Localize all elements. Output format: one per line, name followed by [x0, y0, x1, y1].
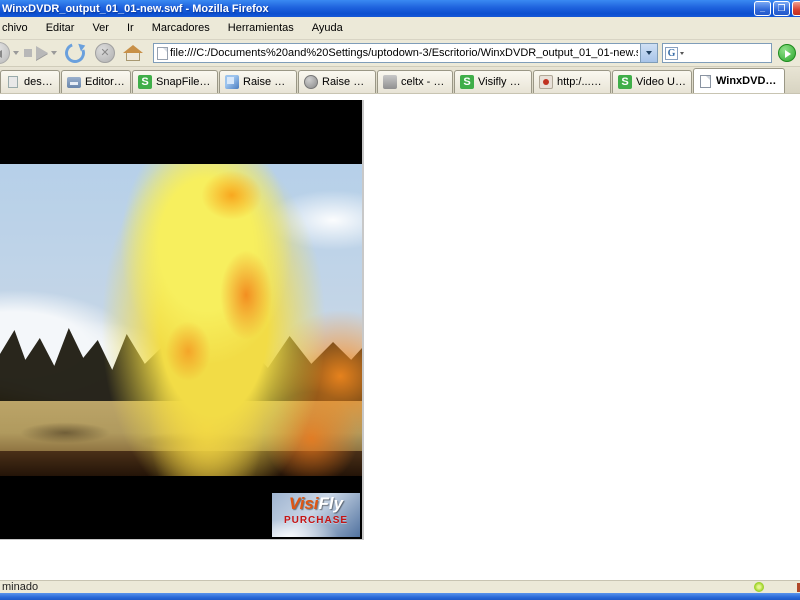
snapfiles-green-s-icon	[618, 75, 632, 89]
stop-button[interactable]: ✕	[90, 41, 120, 65]
url-history-dropdown[interactable]	[640, 44, 657, 62]
browser-content: VisiFly PURCHASE	[0, 94, 800, 580]
red-dot-icon	[539, 75, 553, 89]
tab-label: celtx - Over...	[401, 76, 447, 88]
reload-button[interactable]	[60, 39, 90, 67]
search-box[interactable]: G	[662, 43, 772, 63]
minimize-button[interactable]: _	[754, 1, 771, 16]
window-title: WinxDVDR_output_01_01-new.swf - Mozilla …	[2, 2, 269, 15]
forward-arrow-icon	[36, 46, 48, 60]
visifly-logo: VisiFly	[272, 493, 360, 515]
visifly-logo-fly: Fly	[318, 494, 344, 513]
go-button[interactable]	[778, 44, 796, 62]
visifly-watermark[interactable]: VisiFly PURCHASE	[272, 493, 360, 537]
menu-herramientas[interactable]: Herramientas	[219, 19, 303, 37]
google-search-icon[interactable]: G	[665, 46, 678, 60]
forward-button[interactable]	[22, 41, 48, 65]
tab-label: Editores	[85, 76, 125, 88]
forward-icon	[24, 49, 32, 57]
snapfiles-green-s-icon	[138, 75, 152, 89]
tab-label: Raise My Ri...	[322, 76, 370, 88]
search-engine-dropdown-icon[interactable]	[680, 51, 684, 55]
tab-winxdvdr-active[interactable]: WinxDVDR...	[693, 68, 785, 93]
forward-dropdown-icon[interactable]	[51, 51, 57, 55]
menu-ver[interactable]: Ver	[83, 19, 118, 37]
tab-celtx[interactable]: celtx - Over...	[377, 70, 453, 93]
tab-label: Raise My Ri...	[243, 76, 291, 88]
tab-raise-my-ri-1[interactable]: Raise My Ri...	[219, 70, 297, 93]
menu-marcadores[interactable]: Marcadores	[143, 19, 219, 37]
close-button[interactable]	[792, 1, 800, 16]
home-button[interactable]	[120, 41, 149, 65]
home-icon	[123, 45, 143, 61]
swf-video-player[interactable]: VisiFly PURCHASE	[0, 100, 364, 540]
badge-icon	[67, 77, 81, 88]
tab-snapfiles[interactable]: SnapFiles - ...	[132, 70, 218, 93]
tab-editores[interactable]: Editores	[61, 70, 131, 93]
back-button[interactable]	[0, 41, 10, 65]
page-icon	[8, 76, 18, 88]
tab-raise-my-ri-2[interactable]: Raise My Ri...	[298, 70, 376, 93]
extension-status-icon[interactable]	[754, 582, 764, 592]
explosion-video-frame	[0, 164, 362, 476]
tab-video-userpi[interactable]: Video Userpi...	[612, 70, 692, 93]
tab-visifly[interactable]: Visifly softw...	[454, 70, 532, 93]
explosion-fireball-layer	[0, 164, 362, 476]
globe-icon	[304, 75, 318, 89]
taskbar-edge	[0, 593, 800, 600]
back-icon	[0, 42, 10, 64]
tab-http-a70[interactable]: http:/...?a=70	[533, 70, 611, 93]
stop-icon: ✕	[95, 43, 115, 63]
site-favicon	[157, 46, 168, 60]
menu-editar[interactable]: Editar	[37, 19, 84, 37]
tab-label: Video Userpi...	[636, 76, 686, 88]
tab-label: descargar g...	[24, 76, 54, 88]
tab-bar: descargar g... Editores SnapFiles - ... …	[0, 67, 800, 94]
menu-ir[interactable]: Ir	[118, 19, 143, 37]
navigation-toolbar: ✕ G	[0, 39, 800, 67]
tab-descargar[interactable]: descargar g...	[0, 70, 60, 93]
document-icon	[700, 74, 711, 88]
search-input[interactable]	[686, 45, 771, 61]
menu-archivo[interactable]: chivo	[0, 19, 37, 37]
purchase-label: PURCHASE	[283, 515, 349, 526]
menu-ayuda[interactable]: Ayuda	[303, 19, 352, 37]
back-dropdown-icon[interactable]	[13, 51, 19, 55]
tab-label: Visifly softw...	[478, 76, 526, 88]
blue-page-icon	[225, 75, 239, 89]
status-text: minado	[2, 581, 39, 593]
window-titlebar: WinxDVDR_output_01_01-new.swf - Mozilla …	[0, 0, 800, 17]
visifly-logo-visi: Visi	[288, 494, 319, 513]
tab-label: SnapFiles - ...	[156, 76, 212, 88]
url-input[interactable]	[168, 47, 640, 59]
reload-icon	[61, 39, 89, 67]
snapfiles-green-s-icon	[460, 75, 474, 89]
tab-label: http:/...?a=70	[557, 76, 605, 88]
address-bar[interactable]	[153, 43, 658, 63]
gray-icon	[383, 75, 397, 89]
menubar: chivo Editar Ver Ir Marcadores Herramien…	[0, 17, 800, 40]
maximize-button[interactable]: ❐	[773, 1, 790, 16]
status-bar: minado	[0, 580, 800, 593]
tab-label: WinxDVDR...	[716, 75, 779, 87]
